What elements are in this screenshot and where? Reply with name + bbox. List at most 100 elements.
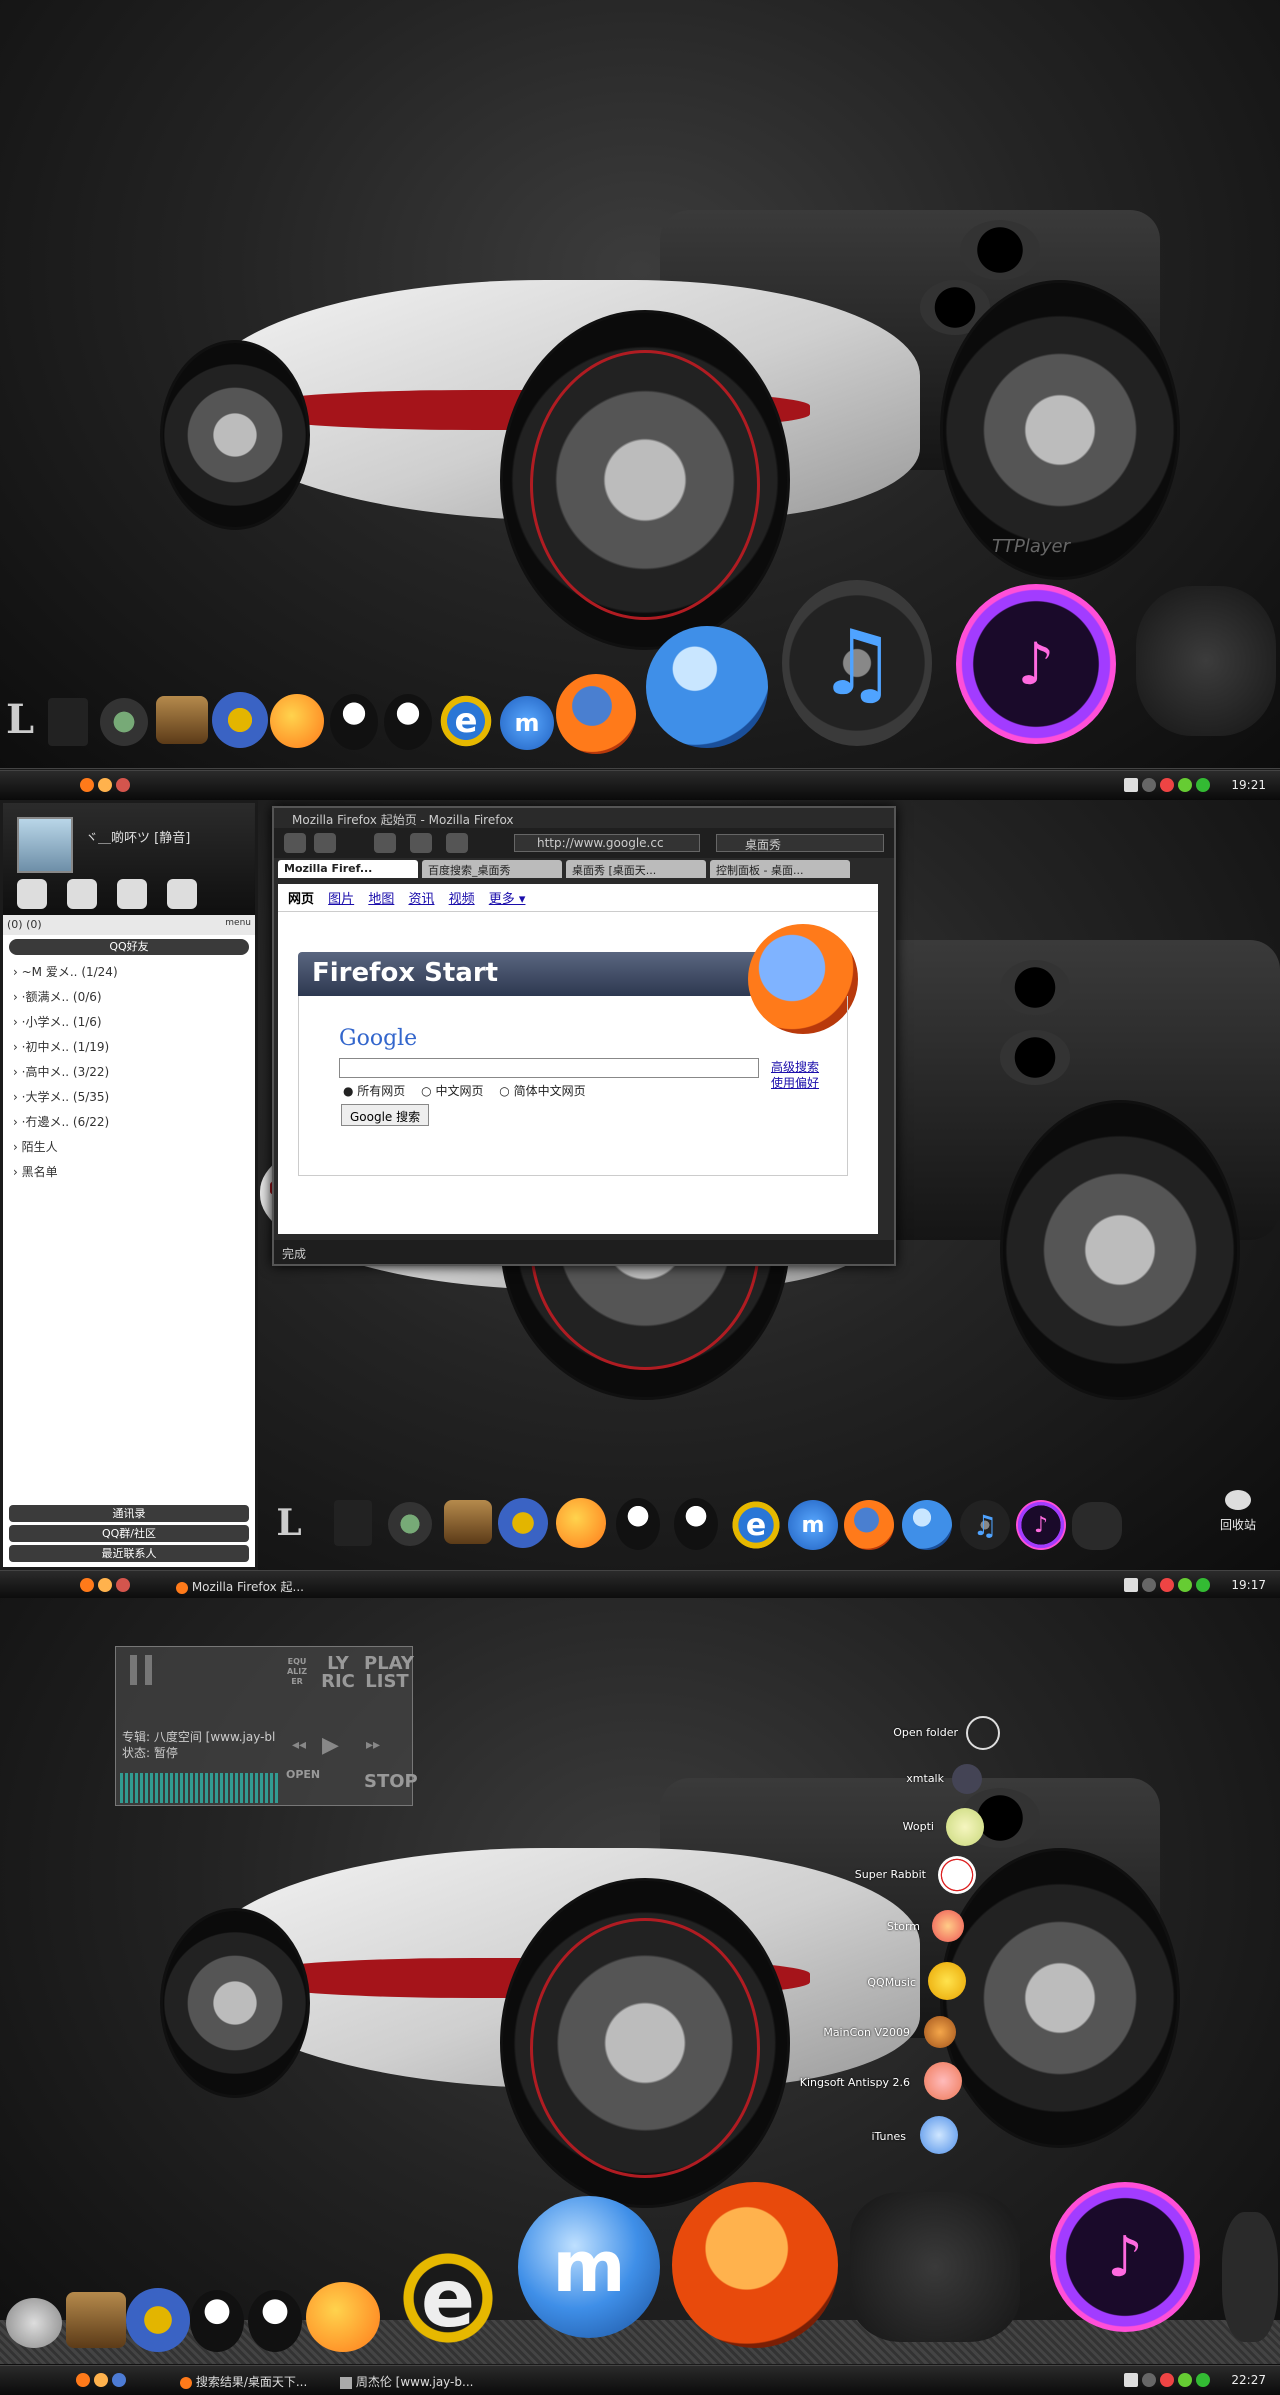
qq-group-header[interactable]: QQ好友 [9, 939, 249, 955]
firefox-icon[interactable] [672, 2182, 838, 2348]
ttplayer-icon[interactable]: ♪ [1050, 2182, 1200, 2332]
qqmusic-icon[interactable] [928, 1962, 966, 2000]
mail-icon[interactable] [17, 879, 47, 909]
music-disc-icon[interactable] [388, 1502, 432, 1546]
notebook-icon[interactable] [334, 1500, 372, 1546]
firefox-icon[interactable] [556, 674, 636, 754]
media-icon[interactable] [116, 1578, 130, 1592]
firefox-small-icon[interactable] [94, 2373, 108, 2387]
link-maps[interactable]: 地图 [368, 892, 394, 907]
stack-label-qqmusic[interactable]: QQMusic [796, 1976, 916, 1989]
deathnote-figure-icon[interactable] [850, 2192, 1020, 2342]
tray-network-icon[interactable] [1196, 1578, 1210, 1592]
stack-label-kingsoft-antispy[interactable]: Kingsoft Antispy 2.6 [790, 2076, 910, 2089]
internet-explorer-icon[interactable]: e [436, 692, 496, 750]
firefox-small-icon[interactable] [98, 1578, 112, 1592]
maincon-icon[interactable] [924, 2016, 956, 2048]
stack-label-xmtalk[interactable]: xmtalk [824, 1772, 944, 1785]
xmtalk-icon[interactable] [952, 1764, 982, 1794]
next-button[interactable]: ▸▸ [366, 1737, 380, 1753]
link-video[interactable]: 视频 [449, 892, 475, 907]
radio-all[interactable]: ● 所有网页 [343, 1084, 405, 1098]
tray-qq-icon[interactable] [1160, 1578, 1174, 1592]
ttplayer-icon[interactable]: ♪ [956, 584, 1116, 744]
chat-bubble-icon[interactable] [306, 2282, 380, 2352]
search-icon[interactable] [67, 879, 97, 909]
qq-group-item[interactable]: › 陌生人 [3, 1134, 255, 1159]
stop-button[interactable]: STOP [364, 1773, 418, 1791]
qq-group-item[interactable]: › 黑名单 [3, 1159, 255, 1184]
pause-icon[interactable] [130, 1655, 152, 1685]
maxthon-icon[interactable]: m [788, 1500, 838, 1550]
notebook-icon[interactable] [48, 698, 88, 746]
radio-simplified[interactable]: ○ 简体中文网页 [499, 1084, 585, 1098]
maxthon-icon[interactable]: m [518, 2196, 660, 2338]
open-button[interactable]: OPEN [286, 1769, 320, 1781]
qq-group-button[interactable]: QQ群/社区 [9, 1525, 249, 1542]
qq-penguin-icon[interactable] [330, 694, 378, 750]
stack-label-wopti[interactable]: Wopti [814, 1820, 934, 1833]
tray-green-icon[interactable] [1178, 778, 1192, 792]
radio-chinese[interactable]: ○ 中文网页 [421, 1084, 483, 1098]
media-icon[interactable] [112, 2373, 126, 2387]
deathnote-l-icon[interactable]: L [2, 692, 38, 746]
tray-ime-icon[interactable] [1124, 2373, 1138, 2387]
google-search-button[interactable]: Google 搜索 [341, 1104, 430, 1126]
qq-group-item[interactable]: › ·大学メ.. (5/35) [3, 1084, 255, 1109]
internet-explorer-icon[interactable]: e [728, 1498, 784, 1552]
qq-group-item[interactable]: › ·小学メ.. (1/6) [3, 1009, 255, 1034]
qq-menu-label[interactable]: menu [225, 918, 251, 928]
tray-qq-icon[interactable] [1160, 778, 1174, 792]
star-creature-icon[interactable] [1072, 1502, 1122, 1550]
tray-green-icon[interactable] [1178, 2373, 1192, 2387]
taskbar-task-jay[interactable]: 周杰伦 [www.jay-b... [340, 2373, 473, 2390]
maxthon-icon[interactable]: m [500, 696, 554, 750]
tab-zhuomianxiu[interactable]: 桌面秀 [桌面天... [566, 860, 706, 878]
photo-frame-icon[interactable] [66, 2292, 126, 2348]
clock[interactable]: 19:17 [1231, 1578, 1266, 1592]
clock[interactable]: 22:27 [1231, 2373, 1266, 2387]
media-icon[interactable] [116, 778, 130, 792]
itunes-icon[interactable]: ♫ [960, 1500, 1010, 1550]
link-news[interactable]: 资讯 [408, 892, 434, 907]
tab-firefox-start[interactable]: Mozilla Firef... [278, 860, 418, 878]
wizard-icon[interactable] [212, 692, 268, 748]
wizard-icon[interactable] [126, 2288, 190, 2352]
qq-group-item[interactable]: › ·冇邊メ.. (6/22) [3, 1109, 255, 1134]
deathnote-l-icon[interactable]: L [272, 1498, 306, 1548]
advanced-search-link[interactable]: 高级搜索 [771, 1058, 819, 1075]
star-creature-icon[interactable] [1136, 586, 1276, 736]
recycle-bin[interactable]: 回收站 [1210, 1490, 1266, 1533]
tray-green-icon[interactable] [1178, 1578, 1192, 1592]
browser-icon[interactable] [80, 778, 94, 792]
wizard-icon[interactable] [498, 1498, 548, 1548]
tray-ime-icon[interactable] [1124, 1578, 1138, 1592]
tray-qq-icon[interactable] [1160, 2373, 1174, 2387]
clock[interactable]: 19:21 [1231, 778, 1266, 792]
chat-bubble-icon[interactable] [556, 1498, 606, 1548]
qzone-icon[interactable] [117, 879, 147, 909]
qq-penguin-icon-2[interactable] [674, 1498, 718, 1550]
storm-icon[interactable] [932, 1910, 964, 1942]
stack-label-storm[interactable]: Storm [800, 1920, 920, 1933]
music-disc-icon[interactable] [100, 698, 148, 746]
prev-button[interactable]: ◂◂ [292, 1737, 306, 1753]
reload-button[interactable] [374, 833, 396, 853]
tray-network-icon[interactable] [1196, 2373, 1210, 2387]
photo-frame-icon[interactable] [444, 1500, 492, 1544]
stack-label-maincon[interactable]: MainCon V2009 [790, 2026, 910, 2039]
tab-baidu[interactable]: 百度搜索_桌面秀 [422, 860, 562, 878]
tray-volume-icon[interactable] [1142, 1578, 1156, 1592]
taskbar-task-firefox[interactable]: Mozilla Firefox 起... [176, 1578, 304, 1595]
equalizer-button[interactable]: EQUALIZER [286, 1657, 308, 1687]
qq-penguin-icon-2[interactable] [248, 2290, 302, 2352]
url-input[interactable]: http://www.google.cc [514, 834, 700, 852]
play-button[interactable]: ▶ [322, 1733, 339, 1758]
gear-icon[interactable] [167, 879, 197, 909]
stack-label-super-rabbit[interactable]: Super Rabbit [806, 1868, 926, 1881]
qq-group-item[interactable]: › ·初中メ.. (1/19) [3, 1034, 255, 1059]
contacts-button[interactable]: 通讯录 [9, 1505, 249, 1522]
preferences-link[interactable]: 使用偏好 [771, 1074, 819, 1091]
qq-penguin-icon[interactable] [616, 1498, 660, 1550]
ttplayer-icon[interactable]: ♪ [1016, 1500, 1066, 1550]
